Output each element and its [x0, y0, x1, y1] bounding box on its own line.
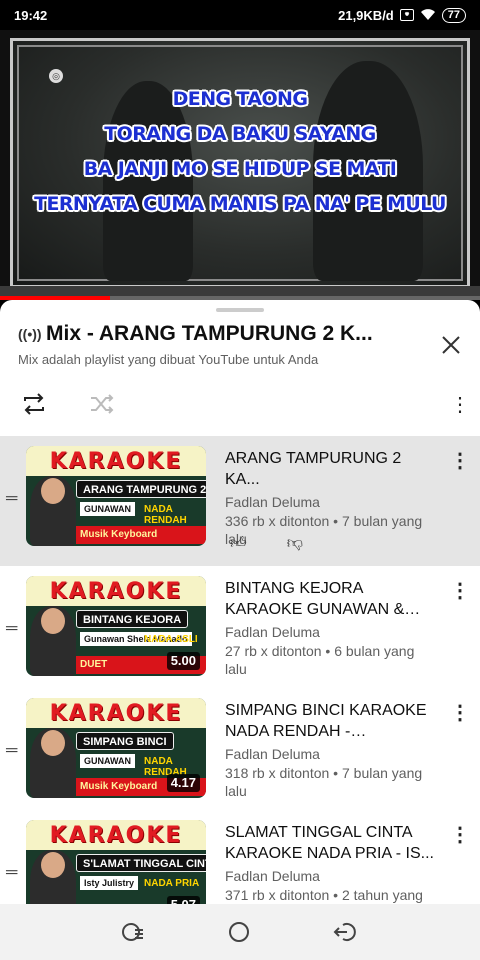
playlist-more-button[interactable]: ⋮: [446, 390, 474, 418]
thumbnail-key: NADA PRIA: [144, 878, 200, 889]
playlist-header: ((•)) Mix - ARANG TAMPURUNG 2 K... Mix a…: [18, 322, 418, 367]
item-channel: Fadlan Deluma: [225, 494, 320, 510]
thumbnail-banner: KARAOKE: [26, 698, 206, 728]
thumbnail-face: [41, 852, 65, 878]
playlist-items: ═ KARAOKE ARANG TAMPURUNG 2 GUNAWAN NADA…: [0, 436, 480, 904]
thumbnail-song-title: SIMPANG BINCI: [76, 732, 174, 750]
item-info: SIMPANG BINCI KARAOKE NADA RENDAH - GUNA…: [225, 700, 437, 800]
drag-reorder-icon[interactable]: ═: [6, 490, 17, 508]
thumbnail-person: [30, 476, 76, 546]
lyric-line: BA JANJI MO SE HIDUP SE MATI: [83, 158, 397, 180]
thumbnail-banner: KARAOKE: [26, 576, 206, 606]
playlist-title-row: ((•)) Mix - ARANG TAMPURUNG 2 K...: [18, 322, 418, 346]
thumbnail-singer: GUNAWAN: [80, 754, 135, 768]
thumbnail-footer: Musik Keyboard: [76, 526, 206, 544]
system-nav-bar: [0, 904, 480, 960]
thumbnail-song-title: BINTANG KEJORA: [76, 610, 189, 628]
status-right: 21,9KB/d 77: [338, 7, 466, 23]
item-title: SIMPANG BINCI KARAOKE NADA RENDAH - GUNA…: [225, 702, 427, 740]
item-channel: Fadlan Deluma: [225, 624, 320, 640]
home-icon[interactable]: [228, 921, 250, 943]
playlist-controls: ⋮: [0, 386, 480, 422]
dislike-icon[interactable]: 👎︎: [287, 534, 303, 553]
thumbnail-song-title: ARANG TAMPURUNG 2: [76, 480, 206, 498]
drag-reorder-icon[interactable]: ═: [6, 742, 17, 760]
playlist-subtitle: Mix adalah playlist yang dibuat YouTube …: [18, 352, 319, 367]
item-meta: 27 rb x ditonton • 6 bulan yang lalu: [225, 643, 415, 677]
thumbnail-banner: KARAOKE: [26, 820, 206, 850]
status-bar: 19:42 21,9KB/d 77: [0, 0, 480, 30]
video-thumbnail[interactable]: KARAOKE ARANG TAMPURUNG 2 GUNAWAN NADA R…: [26, 446, 206, 546]
channel-watermark-icon: ◎: [49, 69, 63, 83]
shuffle-button[interactable]: [86, 390, 118, 418]
lyric-line: DENG TAONG: [172, 88, 308, 110]
wifi-icon: [420, 9, 435, 20]
no-sim-icon: [399, 9, 414, 21]
back-icon[interactable]: [333, 921, 359, 943]
item-title: ARANG TAMPURUNG 2 KA...: [225, 450, 402, 488]
status-time: 19:42: [14, 7, 48, 23]
item-info: SLAMAT TINGGAL CINTA KARAOKE NADA PRIA -…: [225, 822, 437, 904]
playlist-panel: ((•)) Mix - ARANG TAMPURUNG 2 K... Mix a…: [0, 300, 480, 904]
close-button[interactable]: [436, 330, 466, 360]
item-title: SLAMAT TINGGAL CINTA KARAOKE NADA PRIA -…: [225, 824, 434, 862]
thumbnail-person: [30, 850, 76, 904]
thumbnail-person: [30, 728, 76, 798]
video-duration: 5.00: [166, 652, 200, 670]
item-more-button[interactable]: ⋮: [448, 822, 472, 846]
video-thumbnail[interactable]: KARAOKE BINTANG KEJORA Gunawan Shela Man…: [26, 576, 206, 676]
radio-icon: ((•)): [18, 326, 42, 342]
item-info: BINTANG KEJORA KARAOKE GUNAWAN & SH... F…: [225, 578, 437, 678]
item-more-button[interactable]: ⋮: [448, 448, 472, 472]
lyric-line: TORANG DA BAKU SAYANG: [104, 123, 376, 145]
battery-indicator: 77: [441, 7, 466, 23]
item-channel: Fadlan Deluma: [225, 746, 320, 762]
video-thumbnail[interactable]: KARAOKE S'LAMAT TINGGAL CINTA Isty Julis…: [26, 820, 206, 904]
repeat-icon: [24, 393, 44, 415]
video-thumbnail[interactable]: KARAOKE SIMPANG BINCI GUNAWAN NADA RENDA…: [26, 698, 206, 798]
drag-handle[interactable]: [216, 308, 264, 312]
thumbnail-face: [41, 730, 65, 756]
thumbnail-singer: GUNAWAN: [80, 502, 135, 516]
video-player[interactable]: ◎ DENG TAONG TORANG DA BAKU SAYANG BA JA…: [0, 30, 480, 300]
thumbnail-banner: KARAOKE: [26, 446, 206, 476]
video-duration: 4.17: [166, 774, 200, 792]
thumbnail-singer: Isty Julistry: [80, 876, 139, 890]
thumbnail-key: NADA ASLI: [144, 634, 198, 645]
item-title: BINTANG KEJORA KARAOKE GUNAWAN & SH...: [225, 580, 405, 618]
thumbnail-face: [41, 608, 65, 634]
thumbnail-song-title: S'LAMAT TINGGAL CINTA: [76, 854, 206, 872]
more-vert-icon: ⋮: [450, 393, 470, 416]
playlist-item[interactable]: ═ KARAOKE BINTANG KEJORA Gunawan Shela M…: [0, 566, 480, 688]
item-channel: Fadlan Deluma: [225, 868, 320, 884]
item-more-button[interactable]: ⋮: [448, 578, 472, 602]
item-info: ARANG TAMPURUNG 2 KA... Fadlan Deluma 33…: [225, 448, 437, 548]
lyrics-overlay: DENG TAONG TORANG DA BAKU SAYANG BA JANJ…: [0, 82, 480, 222]
playlist-item[interactable]: ═ KARAOKE S'LAMAT TINGGAL CINTA Isty Jul…: [0, 810, 480, 904]
playlist-title: Mix - ARANG TAMPURUNG 2 K...: [46, 322, 373, 345]
item-meta: 371 rb x ditonton • 2 tahun yang lalu: [225, 887, 423, 903]
thumbnail-face: [41, 478, 65, 504]
playlist-item[interactable]: ═ KARAOKE ARANG TAMPURUNG 2 GUNAWAN NADA…: [0, 436, 480, 566]
recent-apps-icon[interactable]: [121, 921, 145, 943]
thumbnail-key: NADA RENDAH: [144, 504, 187, 526]
shuffle-icon: [91, 394, 114, 414]
rating-buttons: 👍︎ 👎︎: [230, 534, 303, 553]
lyric-line: TERNYATA CUMA MANIS PA NA' PE MULU: [34, 193, 446, 215]
like-icon[interactable]: 👍︎: [230, 534, 247, 553]
repeat-button[interactable]: [18, 390, 50, 418]
drag-reorder-icon[interactable]: ═: [6, 864, 17, 882]
playlist-item[interactable]: ═ KARAOKE SIMPANG BINCI GUNAWAN NADA REN…: [0, 688, 480, 810]
network-speed: 21,9KB/d: [338, 7, 394, 23]
drag-reorder-icon[interactable]: ═: [6, 620, 17, 638]
item-meta: 318 rb x ditonton • 7 bulan yang lalu: [225, 765, 423, 799]
close-icon: [442, 336, 460, 354]
item-more-button[interactable]: ⋮: [448, 700, 472, 724]
thumbnail-person: [30, 606, 76, 676]
video-duration: 5.07: [166, 896, 200, 904]
